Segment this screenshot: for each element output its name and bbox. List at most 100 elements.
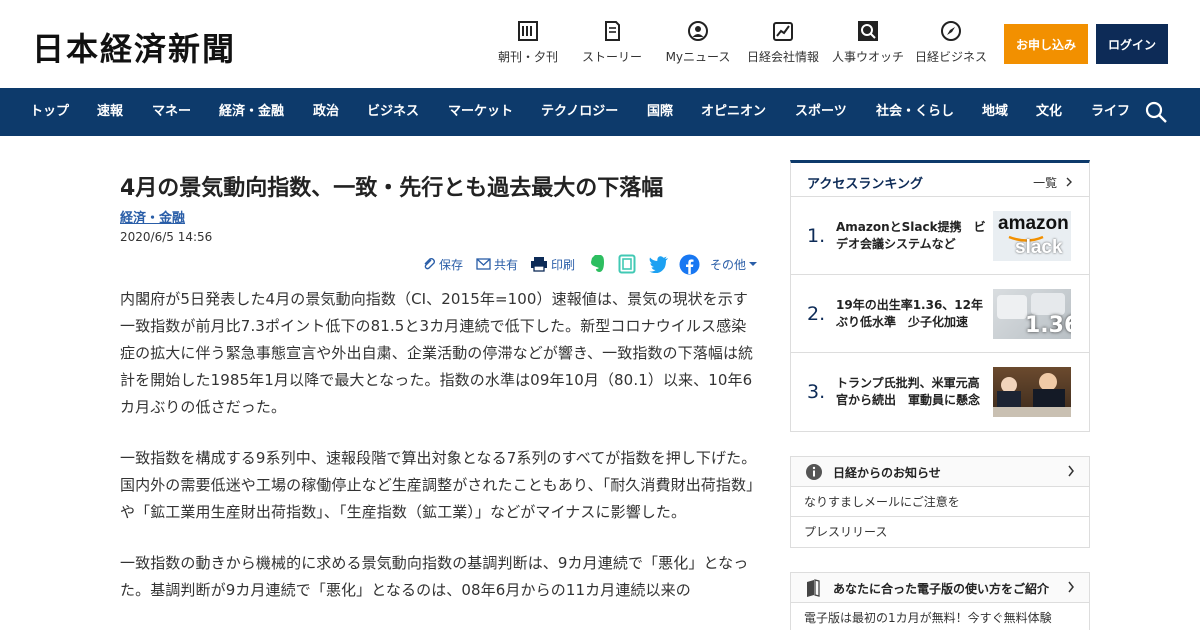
- photo-bed: [1031, 293, 1065, 315]
- header-nav-mynews[interactable]: Myニュース: [658, 20, 738, 65]
- ranking-headline: AmazonとSlack提携 ビデオ会議システムなど: [836, 220, 986, 251]
- nav-item-culture[interactable]: 文化: [1036, 88, 1062, 136]
- notice-title: 日経からのお知らせ: [833, 466, 941, 480]
- nav-item-technology[interactable]: テクノロジー: [541, 88, 618, 136]
- header-nav-business[interactable]: 日経ビジネス: [908, 20, 994, 65]
- more-label: その他: [710, 257, 747, 272]
- article-date: 2020/6/5 14:56: [120, 230, 213, 244]
- guide-header[interactable]: あなたに合った電子版の使い方をご紹介: [791, 573, 1089, 603]
- photo-bed: [997, 295, 1027, 319]
- header-nav-jinji[interactable]: 人事ウオッチ: [828, 20, 908, 65]
- amazon-logo: amazon: [998, 213, 1069, 234]
- header-nav-label: 朝刊・夕刊: [497, 50, 558, 64]
- save-label: 保存: [439, 257, 464, 272]
- article-paragraph: 一致指数を構成する9系列中、速報段階で算出対象となる7系列のすべてが指数を押し下…: [120, 449, 757, 521]
- notice-header[interactable]: 日経からのお知らせ: [791, 457, 1089, 487]
- header-nav-label: 日経会社情報: [746, 50, 819, 64]
- header-nav-label: 日経ビジネス: [914, 50, 987, 64]
- birthrate-figure: 1.36: [1025, 313, 1071, 338]
- search-person-icon: [858, 21, 878, 41]
- nav-item-sports[interactable]: スポーツ: [795, 88, 847, 136]
- article-title: 4月の景気動向指数、一致・先行とも過去最大の下落幅: [120, 176, 664, 201]
- evernote-button[interactable]: [588, 252, 609, 276]
- header-nav-label: Myニュース: [665, 50, 731, 64]
- twitter-icon: [649, 255, 668, 273]
- facebook-button[interactable]: [679, 252, 703, 276]
- chevron-right-icon: [1068, 465, 1074, 477]
- apply-button[interactable]: お申し込み: [1004, 24, 1088, 64]
- nav-item-market[interactable]: マーケット: [448, 88, 513, 136]
- guide-row[interactable]: 電子版は最初の1カ月が無料！今すぐ無料体験: [791, 603, 1089, 630]
- nav-item-breaking[interactable]: 速報: [97, 88, 123, 136]
- ranking-item-2[interactable]: 2. 19年の出生率1.36、12年ぶり低水準 少子化加速 1.36: [791, 275, 1089, 353]
- nav-item-international[interactable]: 国際: [647, 88, 673, 136]
- mail-icon: [476, 258, 491, 270]
- ranking-item-3[interactable]: 3. トランプ氏批判、米軍元高官から続出 軍動員に懸念: [791, 353, 1089, 431]
- share-label: 共有: [494, 257, 519, 272]
- header-nav-company[interactable]: 日経会社情報: [738, 20, 828, 65]
- chevron-right-icon: [1068, 581, 1074, 593]
- info-icon: [806, 464, 822, 480]
- ranking-item-1[interactable]: 1. AmazonとSlack提携 ビデオ会議システムなど amazon sla…: [791, 197, 1089, 275]
- header-nav: 朝刊・夕刊 ストーリー Myニュース 日経会社情報 人事ウオッチ 日経ビジネス: [490, 20, 994, 65]
- print-label: 印刷: [551, 257, 576, 272]
- article-body: 内閣府が5日発表した4月の景気動向指数（CI、2015年=100）速報値は、景気…: [120, 286, 760, 628]
- ranking-number: 1.: [807, 225, 826, 247]
- note-icon: [618, 254, 636, 274]
- book-icon: [807, 579, 820, 597]
- article-category-link[interactable]: 経済・金融: [120, 207, 185, 226]
- ranking-number: 3.: [807, 381, 826, 403]
- ranking-headline: 19年の出生率1.36、12年ぶり低水準 少子化加速: [836, 298, 984, 329]
- ranking-all-label: 一覧: [1033, 176, 1058, 190]
- nav-item-opinion[interactable]: オピニオン: [701, 88, 766, 136]
- twitter-button[interactable]: [649, 252, 672, 276]
- user-icon: [688, 21, 708, 41]
- story-icon: [605, 21, 620, 41]
- nav-item-money[interactable]: マネー: [152, 88, 191, 136]
- compass-icon: [941, 21, 961, 41]
- photo-table: [993, 407, 1071, 417]
- nav-item-life[interactable]: ライフ: [1091, 88, 1130, 136]
- header-nav-paper[interactable]: 朝刊・夕刊: [490, 20, 566, 65]
- chevron-right-icon: [1066, 177, 1072, 187]
- nav-item-politics[interactable]: 政治: [313, 88, 339, 136]
- facebook-icon: [679, 254, 700, 274]
- more-button[interactable]: その他: [710, 252, 761, 276]
- ranking-all-link[interactable]: 一覧: [1033, 174, 1073, 191]
- chart-icon: [773, 22, 793, 41]
- ranking-headline: トランプ氏批判、米軍元高官から続出 軍動員に懸念: [836, 376, 981, 407]
- ranking-header: アクセスランキング 一覧: [791, 163, 1089, 197]
- ranking-thumbnail: amazon slack: [993, 211, 1071, 261]
- guide-title: あなたに合った電子版の使い方をご紹介: [833, 582, 1050, 596]
- clip-icon: [424, 258, 435, 270]
- login-button[interactable]: ログイン: [1096, 24, 1168, 64]
- notice-row[interactable]: プレスリリース: [791, 517, 1089, 547]
- note-button[interactable]: [618, 252, 639, 276]
- access-ranking: アクセスランキング 一覧 1. AmazonとSlack提携 ビデオ会議システム…: [790, 160, 1090, 432]
- nav-item-top[interactable]: トップ: [30, 88, 69, 136]
- header-nav-story[interactable]: ストーリー: [566, 20, 658, 65]
- article-toolbar: 保存 共有 印刷 その他: [422, 252, 758, 276]
- save-button[interactable]: 保存: [422, 252, 463, 276]
- main-navbar: トップ 速報 マネー 経済・金融 政治 ビジネス マーケット テクノロジー 国際…: [0, 88, 1200, 136]
- ranking-number: 2.: [807, 303, 826, 325]
- nav-item-business[interactable]: ビジネス: [367, 88, 419, 136]
- caret-down-icon: [749, 262, 758, 266]
- notice-row[interactable]: なりすましメールにご注意を: [791, 487, 1089, 517]
- ranking-thumbnail: 1.36: [993, 289, 1071, 339]
- share-button[interactable]: 共有: [476, 252, 518, 276]
- guide-box: あなたに合った電子版の使い方をご紹介 電子版は最初の1カ月が無料！今すぐ無料体験: [790, 572, 1090, 630]
- nikkei-logo[interactable]: 日本経済新聞: [32, 24, 236, 70]
- nav-item-economy[interactable]: 経済・金融: [219, 88, 284, 136]
- newspaper-icon: [518, 21, 538, 41]
- article-paragraph: 内閣府が5日発表した4月の景気動向指数（CI、2015年=100）速報値は、景気…: [120, 290, 754, 416]
- site-header: 日本経済新聞 朝刊・夕刊 ストーリー Myニュース 日経会社情報 人事ウオッチ …: [0, 0, 1200, 88]
- notice-box: 日経からのお知らせ なりすましメールにご注意を プレスリリース: [790, 456, 1090, 548]
- ranking-thumbnail: [993, 367, 1071, 417]
- nav-item-society[interactable]: 社会・くらし: [876, 88, 954, 136]
- search-icon[interactable]: [1144, 100, 1168, 124]
- print-button[interactable]: 印刷: [530, 252, 575, 276]
- article-paragraph: 一致指数の動きから機械的に求める景気動向指数の基調判断は、9カ月連続で「悪化」と…: [120, 554, 749, 599]
- header-nav-label: ストーリー: [581, 50, 642, 64]
- nav-item-region[interactable]: 地域: [982, 88, 1008, 136]
